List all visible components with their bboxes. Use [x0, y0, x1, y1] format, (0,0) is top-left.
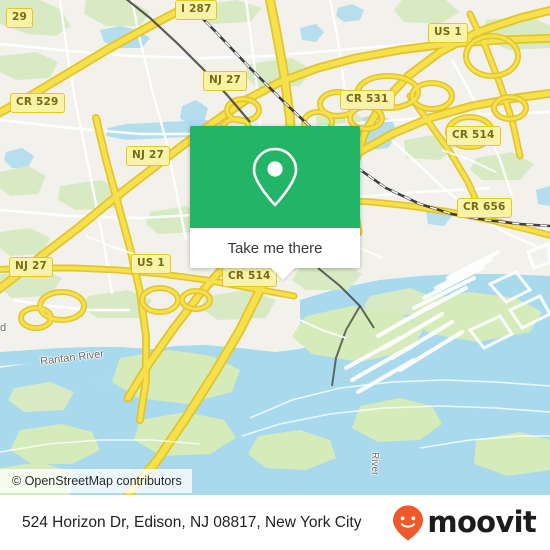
river-label-vertical: River [369, 452, 380, 476]
map-attribution[interactable]: © OpenStreetMap contributors [0, 469, 192, 493]
address-text: 524 Horizon Dr, Edison, NJ 08817, New Yo… [22, 513, 362, 531]
map-canvas[interactable]: 29 I 287 US 1 NJ 27 CR 531 CR 529 CR 514… [0, 0, 550, 495]
road-shield[interactable]: US 1 [131, 254, 171, 274]
road-shield[interactable]: I 287 [175, 0, 218, 20]
footer-bar: 524 Horizon Dr, Edison, NJ 08817, New Yo… [0, 495, 550, 550]
popup-header [190, 126, 360, 228]
location-popup-card[interactable]: Take me there [190, 126, 360, 280]
road-shield[interactable]: 29 [6, 8, 34, 28]
popup-action-row[interactable]: Take me there [190, 228, 360, 268]
road-shield[interactable]: CR 514 [446, 126, 501, 146]
road-shield[interactable]: NJ 27 [203, 71, 247, 91]
road-shield[interactable]: US 1 [428, 23, 468, 43]
road-shield[interactable]: NJ 27 [126, 146, 170, 166]
popup-pointer-tail [270, 267, 296, 280]
road-shield[interactable]: CR 656 [457, 198, 512, 218]
map-pin-icon [252, 147, 298, 207]
road-shield[interactable]: CR 529 [10, 93, 65, 113]
road-shield[interactable]: CR 514 [222, 267, 277, 287]
moovit-wordmark: moovit [427, 505, 536, 539]
map-screenshot: 29 I 287 US 1 NJ 27 CR 531 CR 529 CR 514… [0, 0, 550, 550]
take-me-there-label: Take me there [227, 239, 323, 257]
place-label-truncated: d [0, 322, 7, 334]
attribution-text: © OpenStreetMap contributors [12, 474, 182, 488]
road-shield[interactable]: CR 531 [340, 90, 395, 110]
moovit-brand[interactable]: moovit [391, 504, 537, 542]
moovit-smiley-pin-icon [393, 505, 424, 540]
road-shield[interactable]: NJ 27 [9, 257, 53, 277]
